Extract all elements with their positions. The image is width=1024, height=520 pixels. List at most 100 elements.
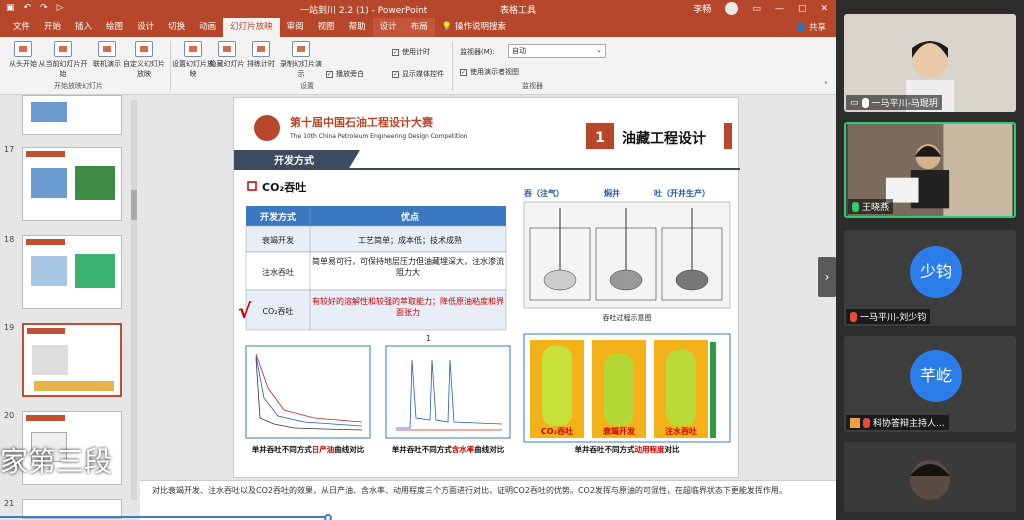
close-icon[interactable]: ✕ bbox=[820, 4, 828, 14]
ribbon-tabs: 文件 开始 插入 绘图 设计 切换 动画 幻灯片放映 审阅 视图 帮助 设计 布… bbox=[0, 18, 836, 37]
table-cell-wrap: 有较好的溶解性和较强的萃取能力；降低原油粘度和界面张力 bbox=[312, 297, 504, 317]
bar-label: 衰竭开发 bbox=[602, 426, 636, 436]
thumbnail-header bbox=[26, 239, 66, 245]
title-bar: ▣ ↶ ↷ ▷ 一站到川 2.2 (1) - PowerPoint 表格工具 李… bbox=[0, 0, 836, 18]
use-timings-label: 使用计时 bbox=[402, 48, 430, 56]
slide-thumbnail[interactable] bbox=[22, 95, 122, 135]
group-setup: 设置 bbox=[300, 82, 314, 90]
section-number: 1 bbox=[595, 130, 605, 146]
bar-label: CO₂吞吐 bbox=[541, 426, 573, 436]
setup-slideshow-icon bbox=[184, 41, 202, 57]
present-online-label: 联机演示 bbox=[93, 60, 121, 68]
tab-review[interactable]: 审阅 bbox=[280, 18, 311, 37]
share-button[interactable]: 👤 共享 bbox=[796, 21, 826, 33]
video-tile[interactable]: ▭ 一马平川-马琨玥 bbox=[844, 14, 1016, 112]
tab-animations[interactable]: 动画 bbox=[192, 18, 223, 37]
maximize-icon[interactable]: □ bbox=[798, 4, 807, 14]
context-tool-title: 表格工具 bbox=[500, 6, 537, 16]
thumbnail-header bbox=[26, 151, 66, 157]
video-tile[interactable]: 少钧 一马平川-刘少钧 bbox=[844, 230, 1016, 326]
logo-icon bbox=[254, 115, 280, 141]
tab-home[interactable]: 开始 bbox=[37, 18, 68, 37]
diagram-label: 焖井 bbox=[604, 188, 620, 198]
caption-part: 单井吞吐不同方式 bbox=[575, 444, 635, 454]
table-cell: 衰竭开发 bbox=[262, 235, 294, 245]
diagram-label: 吐（开井生产） bbox=[654, 188, 710, 198]
tab-insert[interactable]: 插入 bbox=[68, 18, 99, 37]
tell-me-search[interactable]: 💡 操作说明搜索 bbox=[435, 18, 513, 37]
monitor-select[interactable]: 自动 ⌄ bbox=[508, 44, 606, 58]
section-title: 油藏工程设计 bbox=[622, 130, 706, 147]
tab-table-layout[interactable]: 布局 bbox=[403, 18, 435, 37]
thumbnail-header bbox=[27, 328, 66, 334]
tab-view[interactable]: 视图 bbox=[311, 18, 342, 37]
from-current-button[interactable]: 从当前幻灯片开始 bbox=[38, 41, 88, 79]
bar-label: 注水吞吐 bbox=[665, 426, 697, 436]
tab-table-design[interactable]: 设计 bbox=[372, 18, 404, 37]
thumbnail-block bbox=[75, 166, 115, 200]
play-narrations-check[interactable]: ✓ 播放旁白 bbox=[326, 69, 364, 79]
thumbnail-block bbox=[32, 345, 68, 375]
participant-name: 科协答辩主持人... bbox=[873, 419, 945, 429]
slide-number: 20 bbox=[4, 411, 15, 420]
show-media-controls-check[interactable]: ✓ 显示媒体控件 bbox=[392, 69, 444, 79]
table-cell: 有较好的溶解性和较强的萃取能力；降低原油粘度和界面张力 bbox=[312, 297, 504, 317]
rehearse-label: 排练计时 bbox=[247, 60, 275, 68]
chart-water-cut bbox=[385, 345, 511, 439]
thumbnail-scrollbar[interactable] bbox=[131, 100, 137, 500]
participant-name-tag: 一马平川-刘少钧 bbox=[846, 309, 931, 324]
show-media-label: 显示媒体控件 bbox=[402, 70, 444, 78]
rehearse-timings-button[interactable]: 排练计时 bbox=[240, 41, 282, 69]
diagram-caption: 吞吐过程示意图 bbox=[603, 313, 652, 322]
slide-thumbnail[interactable] bbox=[22, 235, 122, 309]
rehearse-icon bbox=[252, 41, 270, 57]
tab-transitions[interactable]: 切换 bbox=[161, 18, 192, 37]
caption-part: 单井吞吐不同方式 bbox=[392, 444, 452, 454]
tab-help[interactable]: 帮助 bbox=[342, 18, 373, 37]
user-avatar[interactable] bbox=[725, 2, 739, 15]
tab-design[interactable]: 设计 bbox=[130, 18, 161, 37]
use-timings-check[interactable]: ✓ 使用计时 bbox=[392, 47, 430, 57]
tab-slideshow[interactable]: 幻灯片放映 bbox=[223, 18, 280, 37]
participant-name: 一马平川-刘少钧 bbox=[860, 313, 927, 323]
bar-fill bbox=[542, 346, 572, 426]
competition-cn: 第十届中国石油工程设计大赛 bbox=[290, 115, 434, 129]
video-tile-active[interactable]: 王晓燕 bbox=[844, 122, 1016, 218]
tab-file[interactable]: 文件 bbox=[6, 18, 37, 37]
checkbox-icon: ✓ bbox=[392, 70, 399, 78]
slide-thumbnail[interactable] bbox=[22, 147, 122, 221]
video-tile[interactable]: 芊屹 科协答辩主持人... bbox=[844, 336, 1016, 432]
title-right: 李畅 ▭ — □ ✕ bbox=[693, 2, 828, 15]
video-tile[interactable] bbox=[844, 442, 1016, 512]
progress-knob[interactable] bbox=[324, 514, 332, 520]
participant-video bbox=[844, 442, 1016, 512]
monitor-label: 监视器(M): bbox=[460, 48, 495, 56]
minimize-icon[interactable]: — bbox=[775, 4, 784, 14]
slide[interactable]: 第十届中国石油工程设计大赛 The 10th China Petroleum E… bbox=[233, 97, 740, 478]
thumbnail-block bbox=[34, 381, 114, 391]
collapse-ribbon-icon[interactable]: ˄ bbox=[824, 81, 828, 90]
user-name: 李畅 bbox=[693, 5, 712, 15]
presenter-view-check[interactable]: ✓ 使用演示者视图 bbox=[460, 67, 519, 77]
slide-number: 19 bbox=[4, 323, 15, 332]
chart-caption: 单井吞吐不同方式含水率曲线对比 bbox=[392, 444, 505, 454]
record-slideshow-button[interactable]: 录制幻灯片演示 bbox=[278, 41, 324, 79]
ribbon-display-icon[interactable]: ▭ bbox=[752, 4, 761, 14]
section-accent bbox=[724, 123, 732, 149]
undo-icon[interactable]: ↶ bbox=[24, 3, 32, 13]
redo-icon[interactable]: ↷ bbox=[40, 3, 48, 13]
diagram-label: 吞（注气） bbox=[524, 188, 564, 198]
save-icon[interactable]: ▣ bbox=[6, 3, 15, 13]
sub-title: 开发方式 bbox=[274, 154, 314, 167]
panel-toggle-button[interactable]: › bbox=[818, 257, 836, 297]
tab-draw[interactable]: 绘图 bbox=[99, 18, 130, 37]
slide-thumbnail-current[interactable] bbox=[22, 323, 122, 397]
microphone-icon bbox=[861, 97, 869, 108]
slideshow-start-icon bbox=[14, 41, 32, 57]
participant-name: 一马平川-马琨玥 bbox=[871, 99, 938, 109]
scrollbar-thumb[interactable] bbox=[131, 190, 137, 220]
table-header: 优点 bbox=[401, 211, 419, 223]
video-progress[interactable] bbox=[0, 514, 836, 520]
custom-slideshow-button[interactable]: 自定义幻灯片放映 bbox=[122, 41, 166, 79]
present-icon[interactable]: ▷ bbox=[57, 3, 64, 13]
